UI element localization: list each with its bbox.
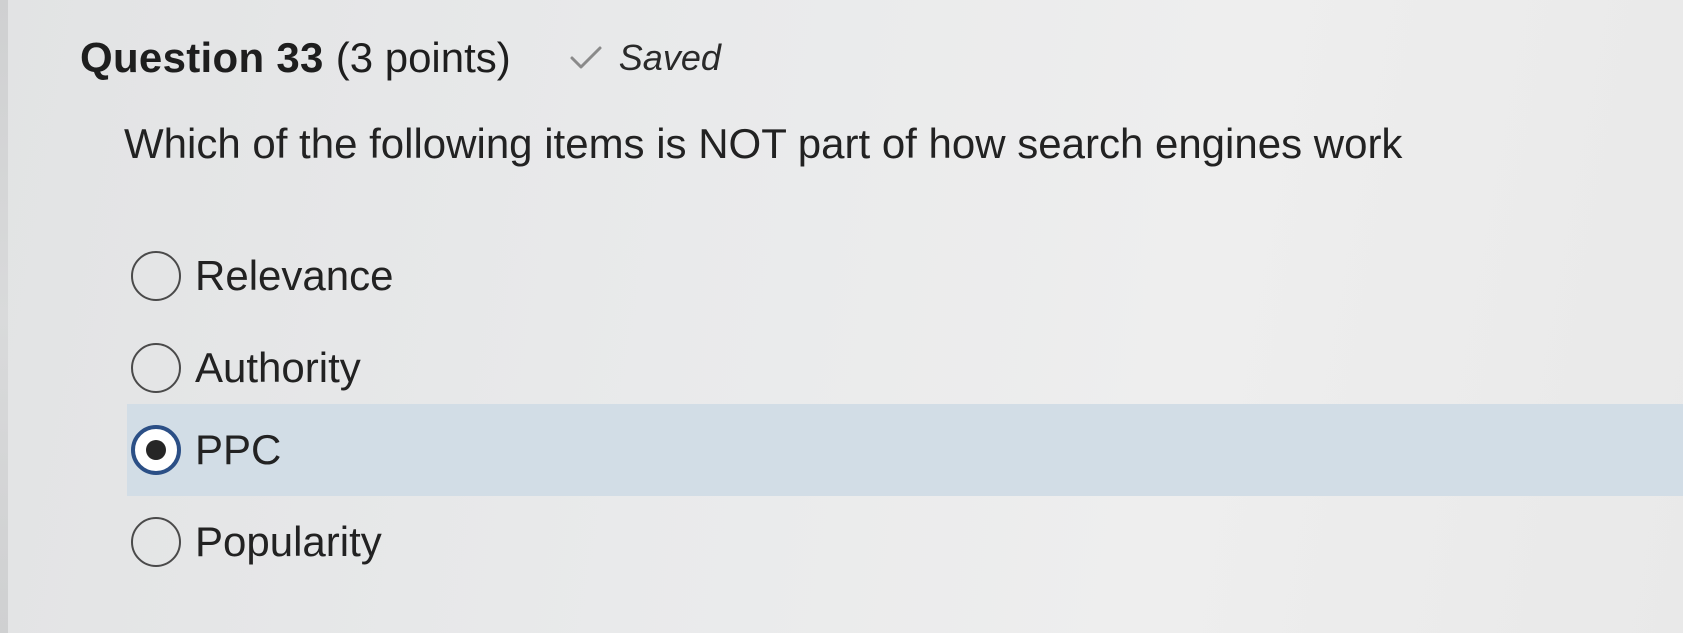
saved-status: Saved	[569, 37, 721, 79]
question-prompt: Which of the following items is NOT part…	[124, 120, 1403, 167]
option-label: Relevance	[195, 252, 394, 299]
option-popularity[interactable]: Popularity	[127, 496, 1683, 588]
check-icon	[569, 45, 603, 71]
screen-edge	[0, 0, 8, 633]
radio-button[interactable]	[131, 517, 181, 567]
radio-dot-icon	[146, 440, 166, 460]
option-ppc[interactable]: PPC	[127, 404, 1683, 496]
option-authority[interactable]: Authority	[127, 322, 1683, 414]
radio-button[interactable]	[131, 343, 181, 393]
question-points: (3 points)	[335, 34, 511, 81]
radio-button-selected[interactable]	[131, 425, 181, 475]
option-relevance[interactable]: Relevance	[127, 230, 1683, 322]
option-label: Authority	[195, 344, 361, 391]
option-label: PPC	[195, 426, 282, 473]
radio-button[interactable]	[131, 251, 181, 301]
question-title: Question 33	[80, 34, 324, 81]
question-header: Question 33 (3 points) Saved	[80, 28, 721, 88]
option-label: Popularity	[195, 518, 382, 565]
saved-label: Saved	[618, 37, 721, 78]
